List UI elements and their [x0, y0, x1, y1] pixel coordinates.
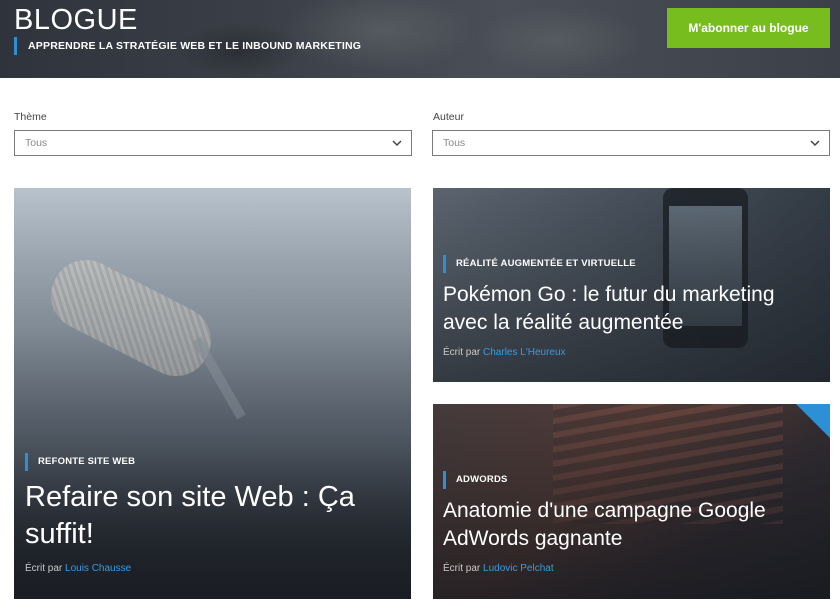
byline-prefix: Écrit par	[443, 563, 481, 574]
post-byline: Écrit par Charles L'Heureux	[443, 347, 566, 358]
blog-header: BLOGUE APPRENDRE LA STRATÉGIE WEB ET LE …	[0, 0, 840, 78]
chevron-down-icon	[810, 140, 820, 147]
post-category: REFONTE SITE WEB	[25, 453, 135, 471]
theme-filter-value: Tous	[25, 137, 48, 149]
post-category: ADWORDS	[443, 471, 508, 489]
theme-filter-label: Thème	[14, 111, 47, 123]
post-byline: Écrit par Ludovic Pelchat	[443, 563, 554, 574]
post-author-link[interactable]: Ludovic Pelchat	[483, 563, 554, 574]
post-card-pokemon[interactable]: RÉALITÉ AUGMENTÉE ET VIRTUELLE Pokémon G…	[433, 188, 830, 382]
post-category: RÉALITÉ AUGMENTÉE ET VIRTUELLE	[443, 255, 636, 273]
author-filter-label: Auteur	[433, 111, 464, 123]
page-title: BLOGUE	[14, 4, 138, 36]
post-author-link[interactable]: Louis Chausse	[65, 563, 131, 574]
post-title[interactable]: Pokémon Go : le futur du marketing avec …	[443, 281, 818, 337]
post-card-refonte[interactable]: REFONTE SITE WEB Refaire son site Web : …	[14, 188, 411, 599]
post-title[interactable]: Refaire son site Web : Ça suffit!	[25, 479, 395, 553]
byline-prefix: Écrit par	[25, 563, 63, 574]
post-card-adwords[interactable]: ADWORDS Anatomie d'une campagne Google A…	[433, 404, 830, 599]
author-filter-select[interactable]: Tous	[432, 130, 830, 156]
post-title[interactable]: Anatomie d'une campagne Google AdWords g…	[443, 497, 818, 553]
subscribe-button[interactable]: M'abonner au blogue	[667, 8, 830, 48]
post-byline: Écrit par Louis Chausse	[25, 563, 131, 574]
post-author-link[interactable]: Charles L'Heureux	[483, 347, 566, 358]
theme-filter-select[interactable]: Tous	[14, 130, 412, 156]
author-filter-value: Tous	[443, 137, 466, 149]
byline-prefix: Écrit par	[443, 347, 481, 358]
corner-accent	[796, 404, 830, 438]
chevron-down-icon	[392, 140, 402, 147]
page-subtitle: APPRENDRE LA STRATÉGIE WEB ET LE INBOUND…	[14, 37, 361, 55]
